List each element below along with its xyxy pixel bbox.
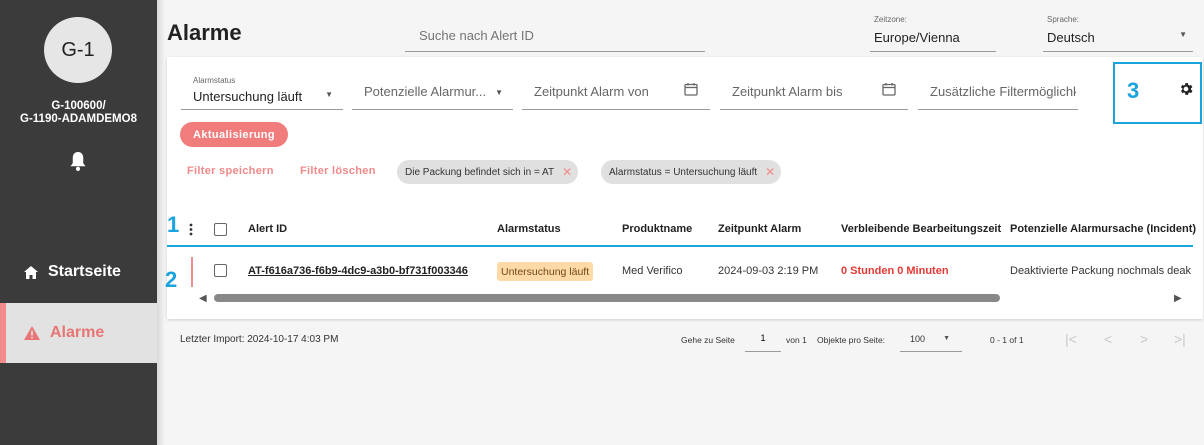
chevron-down-icon: ▼	[943, 335, 950, 342]
sidebar: G-1 G-100600/ G-1190-ADAMDEMO8 Startseit…	[0, 0, 157, 445]
select-all-checkbox[interactable]	[214, 223, 227, 236]
scroll-right-arrow[interactable]: ▶	[1174, 293, 1182, 304]
prev-page-icon[interactable]: <	[1104, 331, 1112, 347]
page-title: Alarme	[167, 20, 242, 45]
sidebar-item-label: Alarme	[50, 324, 105, 341]
per-page-label: Objekte pro Seite:	[817, 335, 886, 345]
page-input[interactable]	[745, 324, 781, 352]
more-vert-icon[interactable]	[189, 223, 193, 236]
last-page-icon[interactable]: >|	[1174, 331, 1186, 347]
product-name: Med Verifico	[622, 265, 683, 277]
column-header-cause[interactable]: Potenzielle Alarmursache (Incident)	[1010, 223, 1196, 235]
time-to-filter[interactable]: Zeitpunkt Alarm bis	[720, 68, 908, 110]
close-icon[interactable]: ✕	[562, 165, 572, 179]
annotation-line	[167, 245, 1193, 247]
search-field[interactable]	[405, 16, 705, 52]
column-header-alert-id[interactable]: Alert ID	[248, 223, 287, 235]
scroll-left-arrow[interactable]: ◀	[199, 293, 207, 304]
chevron-down-icon: ▼	[325, 90, 333, 99]
chip-label: Die Packung befindet sich in = AT	[405, 166, 555, 178]
home-icon	[24, 265, 38, 279]
next-page-icon[interactable]: >	[1140, 331, 1148, 347]
chip-label: Alarmstatus = Untersuchung läuft	[609, 166, 758, 178]
annotation-marker-1: 1	[167, 212, 180, 237]
alert-id-link[interactable]: AT-f616a736-f6b9-4dc9-a3b0-bf731f003346	[248, 265, 468, 277]
column-header-zeitpunkt[interactable]: Zeitpunkt Alarm	[718, 223, 801, 235]
calendar-icon[interactable]	[684, 82, 698, 96]
gear-icon[interactable]	[1178, 81, 1194, 97]
annotation-marker-2: 2	[165, 267, 178, 292]
refresh-button[interactable]: Aktualisierung	[180, 122, 288, 147]
account-name: G-1190-ADAMDEMO8	[20, 113, 137, 125]
save-filter-button[interactable]: Filter speichern	[187, 165, 274, 177]
language-select[interactable]: Sprache: Deutsch ▼	[1043, 12, 1193, 52]
column-header-alarmstatus[interactable]: Alarmstatus	[497, 223, 561, 235]
sidebar-shadow	[157, 0, 165, 445]
alarm-status-label: Alarmstatus	[193, 76, 236, 85]
account-id: G-100600/	[51, 100, 106, 112]
search-input[interactable]	[405, 16, 705, 51]
chevron-down-icon: ▼	[495, 88, 503, 97]
page-range: 0 - 1 of 1	[990, 335, 1024, 345]
status-badge: Untersuchung läuft	[497, 262, 594, 281]
page-of-label: von 1	[786, 335, 807, 345]
row-indicator	[191, 257, 193, 287]
chevron-down-icon: ▼	[1179, 30, 1187, 39]
timezone-label: Zeitzone:	[874, 15, 907, 24]
potential-cause-filter[interactable]: Potenzielle Alarmur... ▼	[352, 68, 513, 110]
potential-cause-placeholder: Potenzielle Alarmur...	[364, 84, 486, 99]
first-page-icon[interactable]: |<	[1065, 331, 1077, 347]
language-label: Sprache:	[1047, 15, 1080, 24]
additional-filter[interactable]: Zusätzliche Filtermöglichk	[918, 68, 1078, 110]
time-from-placeholder: Zeitpunkt Alarm von	[534, 84, 649, 99]
clear-filter-button[interactable]: Filter löschen	[300, 165, 376, 177]
timezone-select[interactable]: Zeitzone: Europe/Vienna	[870, 12, 996, 52]
time-to-placeholder: Zeitpunkt Alarm bis	[732, 84, 843, 99]
last-import-text: Letzter Import: 2024-10-17 4:03 PM	[180, 334, 339, 345]
alarm-status-value: Untersuchung läuft	[193, 89, 303, 104]
per-page-value: 100	[910, 334, 926, 344]
row-checkbox[interactable]	[214, 264, 227, 277]
annotation-marker-3: 3	[1127, 78, 1140, 103]
sidebar-item-label: Startseite	[48, 263, 121, 280]
warning-icon	[24, 326, 40, 340]
goto-page-label: Gehe zu Seite	[681, 335, 735, 345]
alarm-cause: Deaktivierte Packung nochmals deak	[1010, 265, 1191, 277]
language-value: Deutsch	[1047, 30, 1095, 45]
sidebar-item-alarme[interactable]: Alarme	[0, 303, 157, 363]
time-from-filter[interactable]: Zeitpunkt Alarm von	[522, 68, 710, 110]
alarm-time: 2024-09-03 2:19 PM	[718, 265, 819, 277]
sidebar-item-startseite[interactable]: Startseite	[0, 242, 157, 302]
additional-filter-placeholder: Zusätzliche Filtermöglichk	[930, 84, 1076, 99]
avatar[interactable]: G-1	[44, 17, 112, 83]
remaining-time: 0 Stunden 0 Minuten	[841, 265, 949, 277]
bell-icon[interactable]	[69, 150, 87, 172]
column-header-remaining[interactable]: Verbleibende Bearbeitungszeit	[841, 223, 1001, 235]
horizontal-scrollbar[interactable]	[214, 294, 1000, 302]
timezone-value: Europe/Vienna	[874, 30, 960, 45]
close-icon[interactable]: ✕	[765, 165, 775, 179]
filter-chip-status[interactable]: Alarmstatus = Untersuchung läuft ✕	[601, 160, 782, 184]
calendar-icon[interactable]	[882, 82, 896, 96]
per-page-select[interactable]: 100 ▼	[900, 324, 962, 352]
alarm-status-filter[interactable]: Alarmstatus Untersuchung läuft ▼	[181, 68, 343, 110]
column-header-produktname[interactable]: Produktname	[622, 223, 692, 235]
filter-chip-country[interactable]: Die Packung befindet sich in = AT ✕	[397, 160, 579, 184]
